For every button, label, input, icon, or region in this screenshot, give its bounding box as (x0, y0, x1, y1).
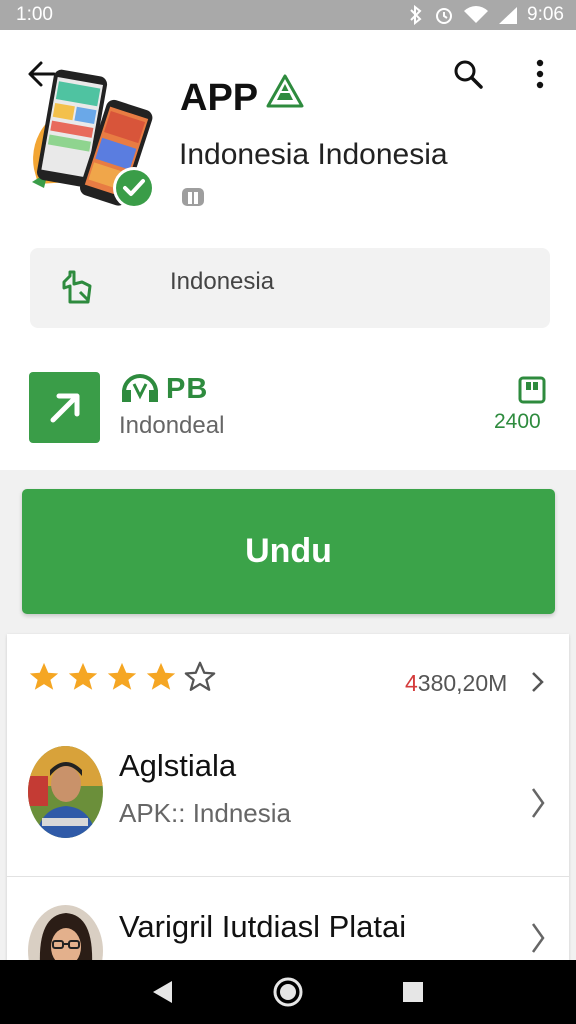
developer-badge-text: PB (166, 373, 209, 405)
info-card-text: Indonesia (170, 268, 275, 295)
app-title-text: APP (180, 76, 259, 119)
info-card[interactable]: Indonesia (30, 248, 550, 328)
size-icon (518, 376, 546, 409)
star-empty-icon (184, 661, 216, 691)
app-icon (30, 64, 160, 214)
navigation-bar (0, 960, 576, 1024)
developer-row: PB Indondeal 2400 (0, 360, 576, 450)
back-nav-button[interactable] (143, 972, 183, 1012)
bluetooth-icon (407, 5, 425, 25)
status-bar: 1:00 9:06 (0, 0, 576, 30)
rating-row[interactable]: 4380,20M (7, 634, 569, 724)
more-options-button[interactable] (522, 54, 558, 94)
search-button[interactable] (448, 54, 488, 94)
reviewer-name: Varigril Iutdiasl Platai (119, 909, 407, 944)
headset-icon (120, 370, 160, 409)
circle-home-icon (273, 977, 303, 1007)
star-filled-icon (29, 662, 59, 690)
arrow-up-right-icon (50, 393, 79, 422)
star-filled-icon (146, 662, 176, 690)
status-time: 1:00 (16, 4, 53, 25)
reviewer-name: Aglstiala (119, 748, 237, 783)
size-text: 2400 (494, 410, 541, 433)
alarm-icon (433, 4, 455, 26)
status-icons: 9:06 (407, 4, 564, 26)
wifi-icon (463, 5, 489, 25)
app-subtitle: Indonesia Indonesia (179, 138, 448, 171)
signal-icon (497, 5, 519, 25)
more-vert-icon (536, 59, 544, 89)
hand-pointer-icon (60, 270, 96, 309)
install-button[interactable]: Undu (22, 489, 555, 614)
rating-count: 4380,20M (405, 670, 507, 697)
chevron-right-icon (529, 670, 545, 699)
developer-badge: PB (120, 370, 208, 409)
chevron-right-icon (530, 786, 546, 825)
triangle-back-icon (152, 981, 172, 1003)
battery-time: 9:06 (527, 4, 564, 25)
developer-name[interactable]: Indondeal (119, 412, 224, 440)
app-title: APP (180, 74, 304, 122)
rating-count-prefix: 4 (405, 670, 418, 696)
developer-icon[interactable] (29, 372, 100, 443)
star-filled-icon (107, 662, 137, 690)
rating-stars (27, 660, 217, 694)
review-item[interactable]: Aglstiala APK:: Indnesia (7, 734, 569, 864)
editors-choice-icon (266, 74, 304, 122)
content-rating-icon (181, 186, 205, 208)
review-text: APK:: Indnesia (119, 798, 291, 828)
recents-nav-button[interactable] (393, 972, 433, 1012)
star-filled-icon (68, 662, 98, 690)
rating-count-rest: 380,20M (417, 670, 508, 696)
square-recents-icon (403, 982, 424, 1002)
search-icon (454, 60, 483, 89)
reviewer-avatar (28, 746, 103, 838)
home-nav-button[interactable] (268, 972, 308, 1012)
app-header: APP Indonesia Indonesia Indonesia PB Ind… (0, 30, 576, 470)
chevron-right-icon (530, 921, 546, 960)
